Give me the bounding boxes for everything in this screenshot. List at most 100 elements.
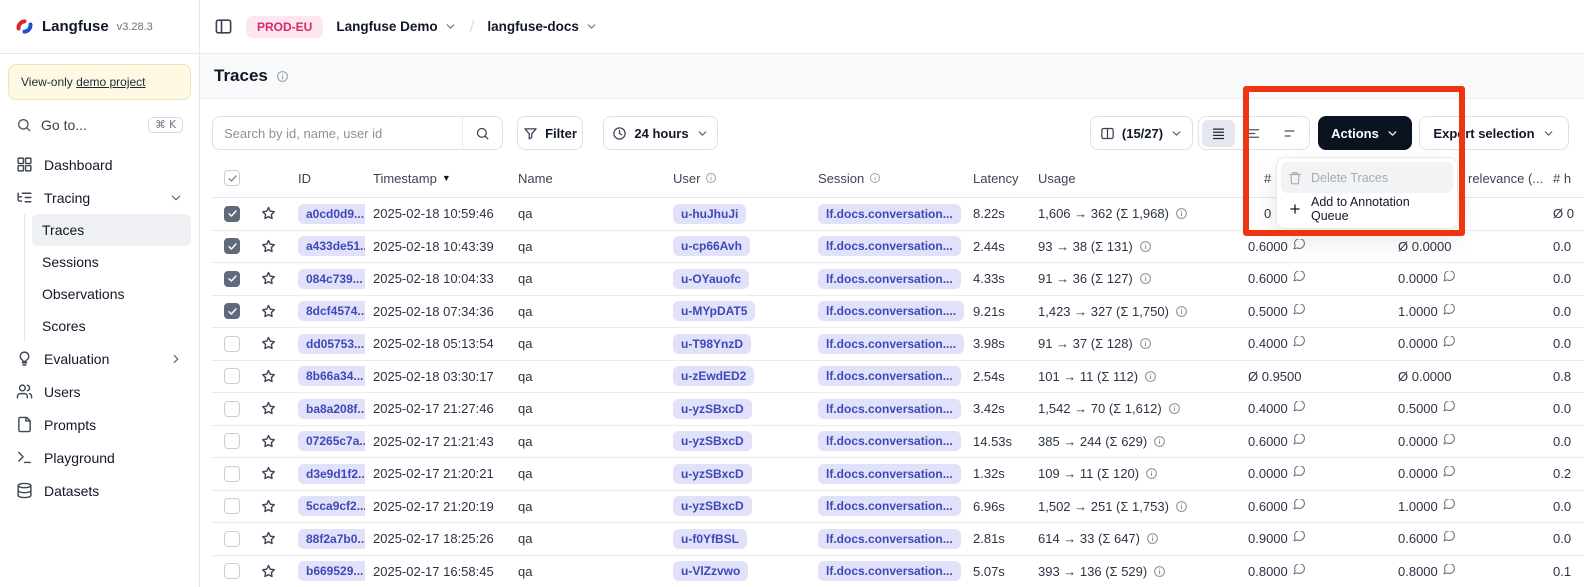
demo-project-link[interactable]: demo project bbox=[76, 75, 145, 89]
row-checkbox[interactable] bbox=[224, 563, 240, 579]
header-usage[interactable]: Usage bbox=[1030, 171, 1240, 186]
session-badge[interactable]: lf.docs.conversation.... bbox=[818, 334, 964, 354]
select-all-checkbox[interactable] bbox=[224, 170, 240, 186]
comment-bubble-icon[interactable] bbox=[1293, 466, 1306, 477]
search-input[interactable] bbox=[213, 126, 462, 141]
user-badge[interactable]: u-yzSBxcD bbox=[673, 464, 752, 484]
comment-bubble-icon[interactable] bbox=[1293, 434, 1306, 445]
header-user[interactable]: User bbox=[665, 171, 810, 186]
sidebar-item-observations[interactable]: Observations bbox=[32, 278, 191, 310]
row-checkbox[interactable] bbox=[224, 238, 240, 254]
comment-bubble-icon[interactable] bbox=[1293, 499, 1306, 510]
table-row[interactable]: 8b66a34...2025-02-18 03:30:17qau-zEwdED2… bbox=[212, 361, 1584, 394]
star-icon[interactable] bbox=[260, 303, 277, 320]
header-timestamp[interactable]: Timestamp ▼ bbox=[365, 171, 510, 186]
star-icon[interactable] bbox=[260, 368, 277, 385]
sidebar-toggle-icon[interactable] bbox=[214, 17, 233, 36]
star-icon[interactable] bbox=[260, 530, 277, 547]
star-icon[interactable] bbox=[260, 563, 277, 580]
comment-bubble-icon[interactable] bbox=[1293, 401, 1306, 412]
header-id[interactable]: ID bbox=[290, 171, 365, 186]
actions-button[interactable]: Actions bbox=[1318, 116, 1412, 150]
sidebar-item-evaluation[interactable]: Evaluation bbox=[8, 342, 191, 375]
trace-id-badge[interactable]: dd05753... bbox=[298, 334, 365, 354]
row-checkbox[interactable] bbox=[224, 498, 240, 514]
user-badge[interactable]: u-T98YnzD bbox=[673, 334, 751, 354]
user-badge[interactable]: u-MYpDAT5 bbox=[673, 301, 755, 321]
star-icon[interactable] bbox=[260, 498, 277, 515]
session-badge[interactable]: lf.docs.conversation... bbox=[818, 236, 961, 256]
menu-item-add-to-annotation-queue[interactable]: Add to Annotation Queue bbox=[1281, 193, 1453, 224]
user-badge[interactable]: u-yzSBxcD bbox=[673, 431, 752, 451]
session-badge[interactable]: lf.docs.conversation.... bbox=[818, 301, 964, 321]
comment-bubble-icon[interactable] bbox=[1293, 239, 1306, 250]
user-badge[interactable]: u-f0YfBSL bbox=[673, 529, 747, 549]
star-icon[interactable] bbox=[260, 270, 277, 287]
comment-bubble-icon[interactable] bbox=[1443, 434, 1456, 445]
session-badge[interactable]: lf.docs.conversation... bbox=[818, 204, 961, 224]
session-badge[interactable]: lf.docs.conversation... bbox=[818, 269, 961, 289]
sidebar-item-dashboard[interactable]: Dashboard bbox=[8, 148, 191, 181]
row-height-compact-button[interactable] bbox=[1202, 120, 1235, 147]
user-badge[interactable]: u-OYauofc bbox=[673, 269, 749, 289]
sidebar-item-users[interactable]: Users bbox=[8, 375, 191, 408]
time-range-button[interactable]: 24 hours bbox=[603, 116, 718, 150]
sidebar-item-datasets[interactable]: Datasets bbox=[8, 474, 191, 507]
header-session[interactable]: Session bbox=[810, 171, 965, 186]
comment-bubble-icon[interactable] bbox=[1293, 336, 1306, 347]
table-row[interactable]: b669529...2025-02-17 16:58:45qau-VlZzvwo… bbox=[212, 556, 1584, 587]
sidebar-item-tracing[interactable]: Tracing bbox=[8, 181, 191, 214]
search-submit-button[interactable] bbox=[462, 117, 502, 149]
comment-bubble-icon[interactable] bbox=[1293, 271, 1306, 282]
trace-id-badge[interactable]: 5cca9cf2... bbox=[298, 496, 365, 516]
sidebar-item-prompts[interactable]: Prompts bbox=[8, 408, 191, 441]
table-row[interactable]: 88f2a7b0...2025-02-17 18:25:26qau-f0YfBS… bbox=[212, 523, 1584, 556]
org-breadcrumb[interactable]: Langfuse Demo bbox=[336, 19, 456, 34]
comment-bubble-icon[interactable] bbox=[1443, 336, 1456, 347]
row-checkbox[interactable] bbox=[224, 206, 240, 222]
row-checkbox[interactable] bbox=[224, 336, 240, 352]
star-icon[interactable] bbox=[260, 238, 277, 255]
menu-item-delete-traces[interactable]: Delete Traces bbox=[1281, 162, 1453, 193]
star-icon[interactable] bbox=[260, 205, 277, 222]
header-edge-clipped[interactable]: # h bbox=[1545, 171, 1584, 186]
session-badge[interactable]: lf.docs.conversation... bbox=[818, 399, 961, 419]
comment-bubble-icon[interactable] bbox=[1443, 466, 1456, 477]
sidebar-item-scores[interactable]: Scores bbox=[32, 310, 191, 342]
table-row[interactable]: ba8a208f...2025-02-17 21:27:46qau-yzSBxc… bbox=[212, 393, 1584, 426]
row-checkbox[interactable] bbox=[224, 531, 240, 547]
comment-bubble-icon[interactable] bbox=[1443, 531, 1456, 542]
user-badge[interactable]: u-huJhuJi bbox=[673, 204, 746, 224]
header-relevance[interactable]: relevance (... bbox=[1465, 171, 1545, 186]
table-row[interactable]: d3e9d1f2...2025-02-17 21:20:21qau-yzSBxc… bbox=[212, 458, 1584, 491]
user-badge[interactable]: u-VlZzvwo bbox=[673, 561, 748, 581]
trace-id-badge[interactable]: b669529... bbox=[298, 561, 365, 581]
header-latency[interactable]: Latency bbox=[965, 171, 1030, 186]
row-checkbox[interactable] bbox=[224, 433, 240, 449]
trace-id-badge[interactable]: 8b66a34... bbox=[298, 366, 365, 386]
comment-bubble-icon[interactable] bbox=[1443, 401, 1456, 412]
comment-bubble-icon[interactable] bbox=[1443, 499, 1456, 510]
comment-bubble-icon[interactable] bbox=[1443, 564, 1456, 575]
table-row[interactable]: 084c739...2025-02-18 10:04:33qau-OYauofc… bbox=[212, 263, 1584, 296]
session-badge[interactable]: lf.docs.conversation... bbox=[818, 431, 961, 451]
session-badge[interactable]: lf.docs.conversation... bbox=[818, 464, 961, 484]
sidebar-item-sessions[interactable]: Sessions bbox=[32, 246, 191, 278]
trace-id-badge[interactable]: d3e9d1f2... bbox=[298, 464, 365, 484]
row-checkbox[interactable] bbox=[224, 303, 240, 319]
row-checkbox[interactable] bbox=[224, 466, 240, 482]
header-name[interactable]: Name bbox=[510, 171, 665, 186]
project-breadcrumb[interactable]: langfuse-docs bbox=[487, 19, 598, 34]
trace-id-badge[interactable]: a433de51... bbox=[298, 236, 365, 256]
comment-bubble-icon[interactable] bbox=[1293, 564, 1306, 575]
row-checkbox[interactable] bbox=[224, 401, 240, 417]
session-badge[interactable]: lf.docs.conversation... bbox=[818, 496, 961, 516]
star-icon[interactable] bbox=[260, 433, 277, 450]
session-badge[interactable]: lf.docs.conversation... bbox=[818, 366, 961, 386]
row-checkbox[interactable] bbox=[224, 368, 240, 384]
trace-id-badge[interactable]: ba8a208f... bbox=[298, 399, 365, 419]
row-checkbox[interactable] bbox=[224, 271, 240, 287]
comment-bubble-icon[interactable] bbox=[1293, 304, 1306, 315]
user-badge[interactable]: u-zEwdED2 bbox=[673, 366, 754, 386]
session-badge[interactable]: lf.docs.conversation... bbox=[818, 529, 961, 549]
